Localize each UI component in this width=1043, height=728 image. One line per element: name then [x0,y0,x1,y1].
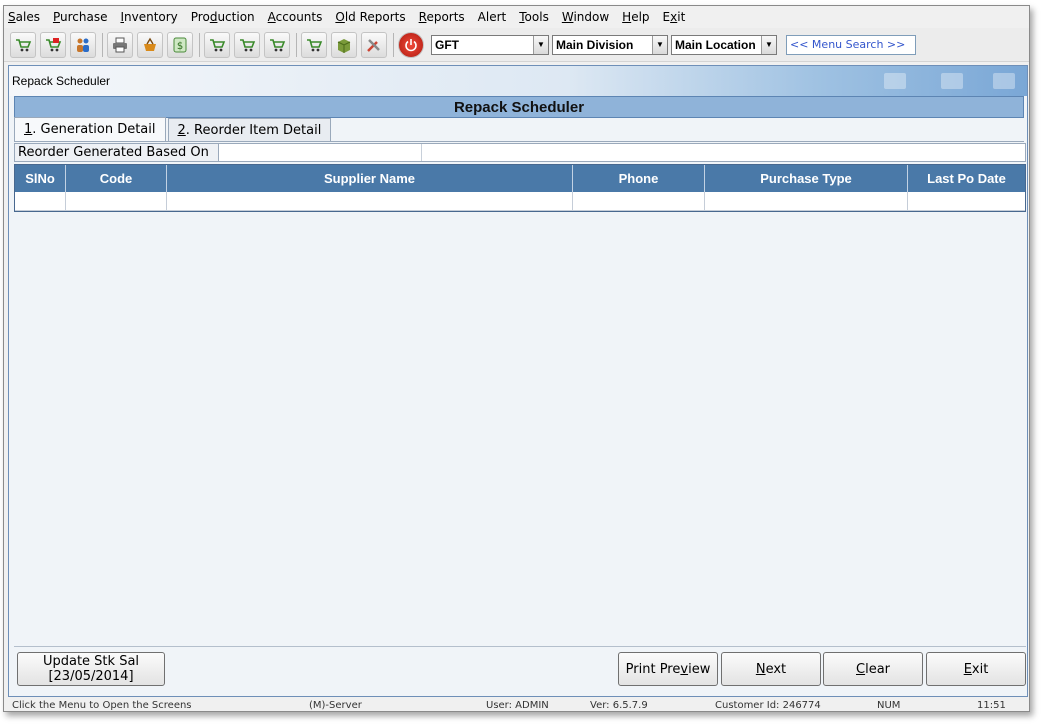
update-button-label: Update Stk Sal [42,654,140,669]
tools-icon[interactable] [361,31,387,58]
toolbar-separator [102,32,103,57]
clear-button[interactable]: Clear [823,652,923,686]
division-select[interactable]: Main Division ▼ [552,34,668,55]
status-bar: Click the Menu to Open the Screens (M)-S… [4,697,1029,711]
table-cell[interactable] [66,192,167,211]
status-server: (M)-Server [309,699,362,711]
status-hint: Click the Menu to Open the Screens [12,699,192,711]
window-title-decoration [941,73,963,89]
menu-help[interactable]: Help [622,10,649,24]
money-icon[interactable]: $ [167,31,193,58]
reorder-basis-row: Reorder Generated Based On [14,143,1026,162]
cart-green-icon[interactable] [10,31,36,58]
status-time: 11:51 [977,699,1006,711]
menu-inventory[interactable]: Inventory [120,10,177,24]
menu-search-input[interactable]: << Menu Search >> [786,34,916,55]
menu-exit[interactable]: Exit [663,10,686,24]
menu-alert[interactable]: Alert [478,10,507,24]
update-stock-sale-button[interactable]: Update Stk Sal [23/05/2014] [17,652,165,686]
column-header-last-po-date[interactable]: Last Po Date [908,165,1025,192]
table-cell[interactable] [705,192,908,211]
chevron-down-icon: ▼ [652,35,667,54]
table-cell[interactable] [167,192,573,211]
chevron-down-icon: ▼ [761,35,776,54]
column-header-code[interactable]: Code [66,165,167,192]
print-preview-button[interactable]: Print Pre v iew [618,652,718,686]
table-row[interactable] [15,192,1025,211]
reorder-basis-detail-field[interactable] [422,144,1025,161]
table-cell[interactable] [15,192,66,211]
column-header-purchase-type[interactable]: Purchase Type [705,165,908,192]
people-icon[interactable] [70,31,96,58]
menu-window[interactable]: Window [562,10,609,24]
menu-production[interactable]: Production [191,10,255,24]
reorder-basis-field[interactable] [219,144,422,161]
company-select[interactable]: GFT ▼ [431,34,549,55]
cart-out-icon[interactable] [301,31,327,58]
tab-reorder-item-detail[interactable]: 2. Reorder Item Detail [167,118,332,141]
tab-generation-detail[interactable]: 1. Generation Detail [14,117,166,141]
menu-bar: Sales Purchase Inventory Production Acco… [4,6,1029,28]
divider [14,646,1026,647]
menu-tools[interactable]: Tools [519,10,549,24]
power-icon[interactable] [398,31,424,58]
svg-text:$: $ [177,41,183,52]
menu-purchase[interactable]: Purchase [53,10,108,24]
menu-sales[interactable]: Sales [8,10,40,24]
window-title-decoration [884,73,906,89]
supplier-grid: SlNo Code Supplier Name Phone Purchase T… [14,164,1026,212]
status-num: NUM [877,699,901,711]
grid-header: SlNo Code Supplier Name Phone Purchase T… [15,165,1025,192]
column-header-slno[interactable]: SlNo [15,165,66,192]
window-title: Repack Scheduler [12,74,111,88]
toolbar-separator [393,32,394,57]
table-cell[interactable] [573,192,705,211]
basket-icon[interactable] [137,31,163,58]
toolbar-separator [199,32,200,57]
next-button[interactable]: Next [721,652,821,686]
status-user: User: ADMIN [486,699,549,711]
cart-check-icon[interactable] [234,31,260,58]
page-title: Repack Scheduler [14,96,1024,118]
application-window: Sales Purchase Inventory Production Acco… [3,5,1030,712]
column-header-supplier-name[interactable]: Supplier Name [167,165,573,192]
window-titlebar: Repack Scheduler [9,66,1027,96]
cart-return-icon[interactable] [264,31,290,58]
update-button-date: [23/05/2014] [48,669,134,684]
tab-strip: 1. Generation Detail 2. Reorder Item Det… [14,117,1024,142]
table-cell[interactable] [908,192,1025,211]
toolbar: $ GFT ▼ Main Division ▼ Main Location ▼ << … [4,28,1029,62]
status-version: Ver: 6.5.7.9 [590,699,648,711]
cart-red-icon[interactable] [40,31,66,58]
box-icon[interactable] [331,31,357,58]
exit-button[interactable]: Exit [926,652,1026,686]
cart-add-icon[interactable] [204,31,230,58]
menu-old-reports[interactable]: Old Reports [335,10,405,24]
location-select[interactable]: Main Location ▼ [671,34,777,55]
reorder-basis-label: Reorder Generated Based On [15,144,219,161]
column-header-phone[interactable]: Phone [573,165,705,192]
printer-icon[interactable] [107,31,133,58]
menu-accounts[interactable]: Accounts [268,10,323,24]
window-title-decoration [993,73,1015,89]
status-customer: Customer Id: 246774 [715,699,821,711]
toolbar-separator [296,32,297,57]
chevron-down-icon: ▼ [533,35,548,54]
menu-reports[interactable]: Reports [419,10,465,24]
repack-scheduler-window: Repack Scheduler Repack Scheduler 1. Gen… [8,65,1028,697]
